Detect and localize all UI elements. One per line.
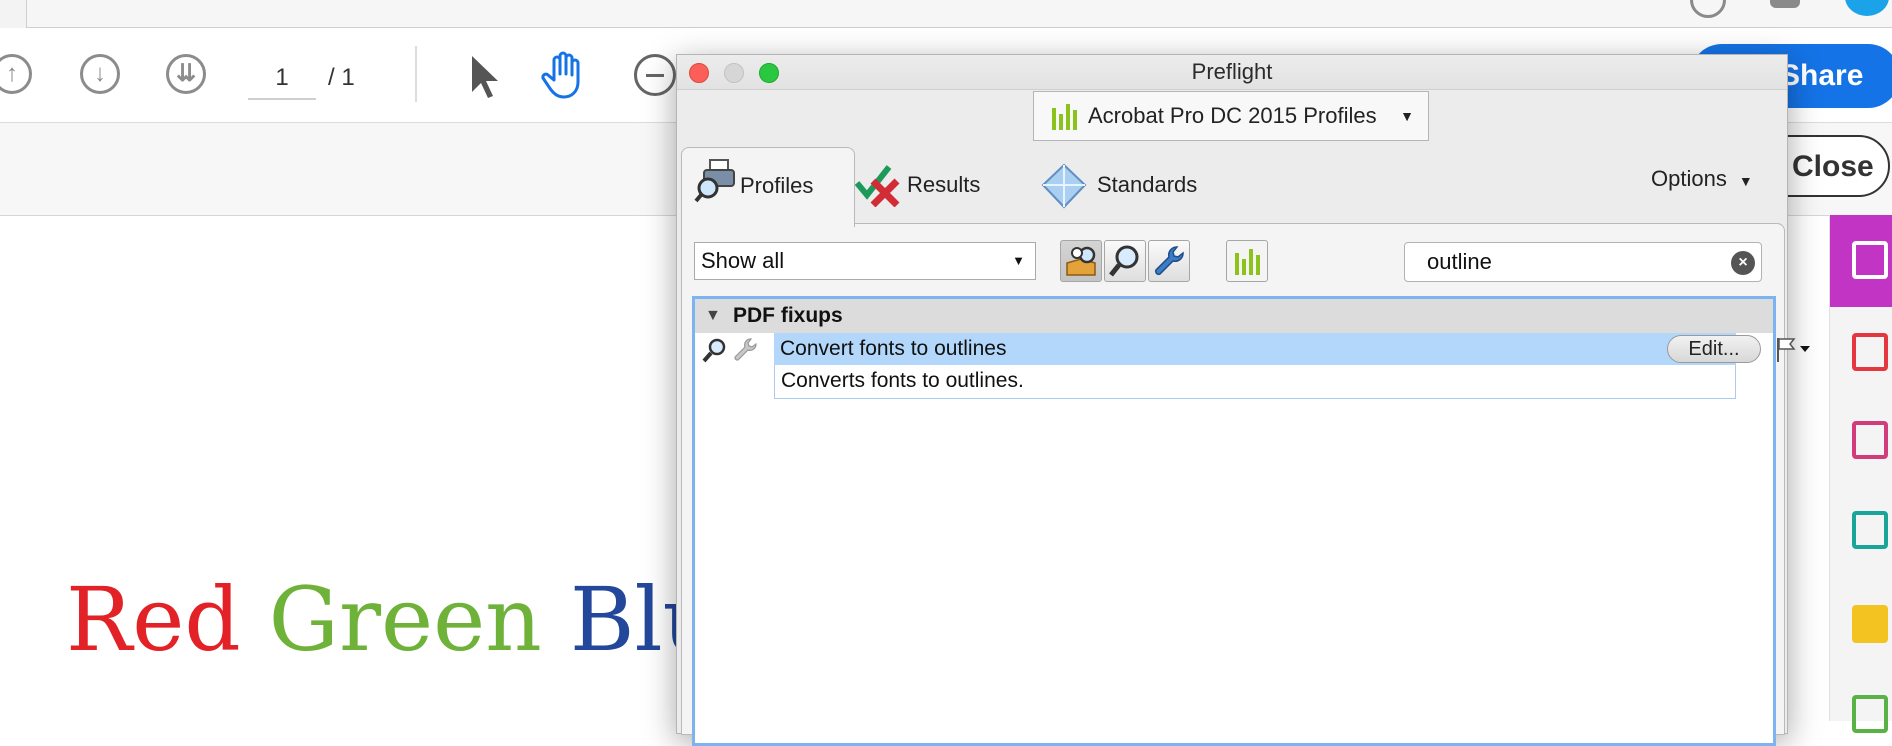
top-strip-edge	[26, 0, 1892, 28]
profile-bars-icon	[1052, 104, 1078, 130]
magnifier-icon	[702, 338, 726, 363]
flag-menu-icon[interactable]	[1774, 336, 1812, 362]
profiles-list[interactable]: ▼ PDF fixups Convert fonts to outlines E…	[692, 296, 1810, 746]
show-checks-button[interactable]	[1104, 240, 1146, 282]
profiles-dropdown-label: Acrobat Pro DC 2015 Profiles	[1088, 103, 1377, 128]
document-word-red: Red	[66, 568, 241, 671]
search-input-value: outline	[1427, 249, 1492, 274]
fixup-description: Converts fonts to outlines.	[774, 365, 1736, 399]
next-page-icon[interactable]: ↓	[80, 54, 120, 94]
select-pointer-icon[interactable]	[466, 52, 500, 100]
tab-label: Results	[907, 172, 981, 197]
document-word-green: Green	[268, 568, 542, 671]
dialog-titlebar[interactable]: Preflight	[677, 55, 1787, 90]
fixup-row-selected[interactable]: Convert fonts to outlines Edit...	[774, 333, 1810, 365]
preflight-dialog: Preflight Acrobat Pro DC 2015 Profiles ▼…	[676, 54, 1810, 746]
group-header-pdf-fixups[interactable]: ▼ PDF fixups	[695, 299, 1773, 333]
window-top-strip	[0, 0, 1892, 28]
clear-search-icon[interactable]: ×	[1731, 251, 1755, 275]
chevron-down-icon: ▼	[1738, 173, 1753, 189]
zoom-out-icon[interactable]	[634, 54, 676, 96]
toolbar-divider	[415, 46, 417, 102]
printer-magnifier-icon	[694, 159, 735, 203]
diamond-icon	[1041, 163, 1087, 209]
page-number-input[interactable]: 1	[248, 58, 316, 100]
tab-profiles[interactable]: Profiles	[681, 147, 855, 227]
list-item[interactable]: Convert fonts to outlines Edit...	[695, 333, 1810, 365]
tab-label: Profiles	[740, 173, 814, 198]
hand-tool-icon[interactable]	[540, 50, 592, 100]
show-fixups-button[interactable]	[1148, 240, 1190, 282]
last-page-icon[interactable]: ⇊	[166, 54, 206, 94]
options-menu[interactable]: Options ▼	[1651, 159, 1753, 201]
tab-label: Standards	[1097, 172, 1198, 197]
profiles-library-dropdown[interactable]: Acrobat Pro DC 2015 Profiles ▼	[1033, 91, 1429, 141]
options-label: Options	[1651, 166, 1727, 191]
check-cross-icon	[855, 165, 900, 207]
notifications-icon[interactable]	[1770, 0, 1800, 8]
profile-bars-icon	[1235, 249, 1261, 275]
organize-pages-icon[interactable]	[1852, 421, 1888, 459]
tools-rail	[1829, 215, 1892, 733]
search-input[interactable]: outline ×	[1404, 242, 1762, 282]
library-button[interactable]	[1226, 240, 1268, 282]
export-pdf-icon[interactable]	[1852, 511, 1888, 549]
group-label: PDF fixups	[733, 304, 843, 327]
edit-button[interactable]: Edit...	[1667, 335, 1761, 363]
profiles-filter-icon	[1066, 246, 1096, 276]
dialog-title: Preflight	[1191, 59, 1273, 84]
wrench-icon	[734, 338, 757, 361]
rail-item-active[interactable]	[1830, 215, 1892, 307]
page-total-label: / 1	[328, 64, 355, 91]
chevron-down-icon: ▼	[1400, 108, 1414, 124]
profile-filter-select[interactable]: Show all ▼	[694, 242, 1036, 280]
filter-select-value: Show all	[701, 248, 785, 273]
fixup-label: Convert fonts to outlines	[780, 337, 1007, 360]
tab-results[interactable]: Results	[851, 147, 1031, 223]
edit-pdf-icon	[1852, 241, 1888, 279]
tab-standards[interactable]: Standards	[1041, 147, 1221, 223]
comment-icon[interactable]	[1852, 605, 1888, 643]
chevron-down-icon: ▼	[1012, 253, 1025, 268]
create-pdf-icon[interactable]	[1852, 333, 1888, 371]
previous-page-icon[interactable]: ↑	[0, 54, 32, 94]
disclosure-triangle-icon[interactable]: ▼	[705, 299, 721, 333]
rail-more-icon[interactable]	[1852, 695, 1888, 733]
wrench-icon	[1154, 246, 1184, 276]
magnifier-icon	[1109, 245, 1139, 277]
document-text: Red Green Blue	[66, 570, 771, 670]
profiles-panel: Show all ▼ outline × ▼ PDF fixups Conver…	[681, 223, 1810, 746]
show-profiles-button[interactable]	[1060, 240, 1102, 282]
